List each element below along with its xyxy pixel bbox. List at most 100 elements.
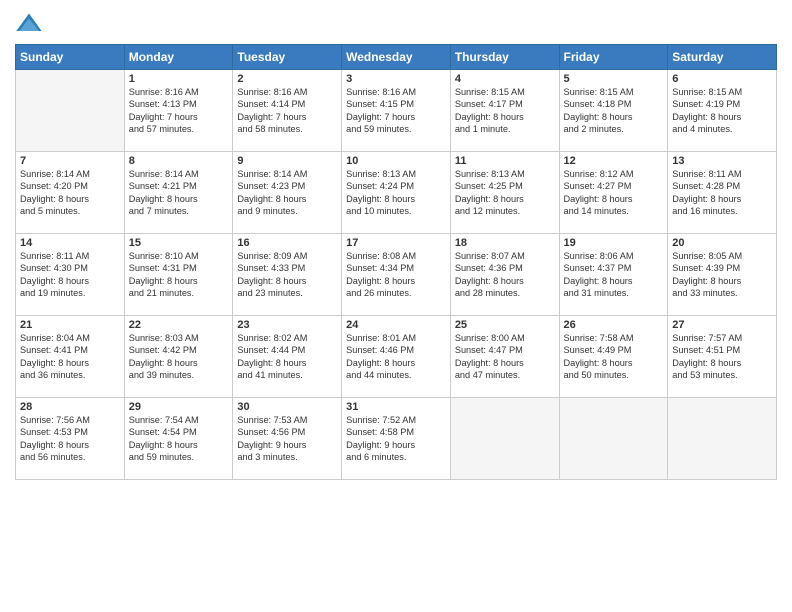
day-content: Sunrise: 8:03 AMSunset: 4:42 PMDaylight:… (129, 332, 229, 382)
calendar-cell: 11Sunrise: 8:13 AMSunset: 4:25 PMDayligh… (450, 152, 559, 234)
calendar-cell: 31Sunrise: 7:52 AMSunset: 4:58 PMDayligh… (342, 398, 451, 480)
day-content: Sunrise: 8:14 AMSunset: 4:20 PMDaylight:… (20, 168, 120, 218)
day-number: 27 (672, 319, 772, 331)
day-number: 6 (672, 73, 772, 85)
day-number: 3 (346, 73, 446, 85)
day-number: 23 (237, 319, 337, 331)
day-number: 12 (564, 155, 664, 167)
weekday-header-saturday: Saturday (668, 45, 777, 70)
calendar-cell (559, 398, 668, 480)
day-number: 9 (237, 155, 337, 167)
week-row-4: 28Sunrise: 7:56 AMSunset: 4:53 PMDayligh… (16, 398, 777, 480)
day-content: Sunrise: 8:13 AMSunset: 4:25 PMDaylight:… (455, 168, 555, 218)
day-number: 30 (237, 401, 337, 413)
day-content: Sunrise: 8:12 AMSunset: 4:27 PMDaylight:… (564, 168, 664, 218)
weekday-header-wednesday: Wednesday (342, 45, 451, 70)
calendar-cell: 10Sunrise: 8:13 AMSunset: 4:24 PMDayligh… (342, 152, 451, 234)
day-number: 31 (346, 401, 446, 413)
calendar-cell: 29Sunrise: 7:54 AMSunset: 4:54 PMDayligh… (124, 398, 233, 480)
calendar-cell (16, 70, 125, 152)
day-content: Sunrise: 8:16 AMSunset: 4:13 PMDaylight:… (129, 86, 229, 136)
calendar-cell: 5Sunrise: 8:15 AMSunset: 4:18 PMDaylight… (559, 70, 668, 152)
day-number: 13 (672, 155, 772, 167)
calendar-cell: 22Sunrise: 8:03 AMSunset: 4:42 PMDayligh… (124, 316, 233, 398)
week-row-0: 1Sunrise: 8:16 AMSunset: 4:13 PMDaylight… (16, 70, 777, 152)
week-row-3: 21Sunrise: 8:04 AMSunset: 4:41 PMDayligh… (16, 316, 777, 398)
calendar-cell: 19Sunrise: 8:06 AMSunset: 4:37 PMDayligh… (559, 234, 668, 316)
logo-icon (15, 10, 43, 38)
day-number: 1 (129, 73, 229, 85)
calendar-cell: 6Sunrise: 8:15 AMSunset: 4:19 PMDaylight… (668, 70, 777, 152)
calendar-cell: 18Sunrise: 8:07 AMSunset: 4:36 PMDayligh… (450, 234, 559, 316)
day-number: 16 (237, 237, 337, 249)
day-content: Sunrise: 8:15 AMSunset: 4:17 PMDaylight:… (455, 86, 555, 136)
day-content: Sunrise: 8:05 AMSunset: 4:39 PMDaylight:… (672, 250, 772, 300)
day-number: 20 (672, 237, 772, 249)
day-content: Sunrise: 8:16 AMSunset: 4:15 PMDaylight:… (346, 86, 446, 136)
calendar-cell (668, 398, 777, 480)
day-content: Sunrise: 7:58 AMSunset: 4:49 PMDaylight:… (564, 332, 664, 382)
day-content: Sunrise: 8:16 AMSunset: 4:14 PMDaylight:… (237, 86, 337, 136)
day-number: 21 (20, 319, 120, 331)
calendar-cell: 8Sunrise: 8:14 AMSunset: 4:21 PMDaylight… (124, 152, 233, 234)
calendar-table: SundayMondayTuesdayWednesdayThursdayFrid… (15, 44, 777, 480)
calendar-cell: 1Sunrise: 8:16 AMSunset: 4:13 PMDaylight… (124, 70, 233, 152)
calendar-cell: 25Sunrise: 8:00 AMSunset: 4:47 PMDayligh… (450, 316, 559, 398)
day-content: Sunrise: 8:06 AMSunset: 4:37 PMDaylight:… (564, 250, 664, 300)
calendar-cell: 2Sunrise: 8:16 AMSunset: 4:14 PMDaylight… (233, 70, 342, 152)
day-number: 26 (564, 319, 664, 331)
day-content: Sunrise: 7:57 AMSunset: 4:51 PMDaylight:… (672, 332, 772, 382)
calendar-cell: 7Sunrise: 8:14 AMSunset: 4:20 PMDaylight… (16, 152, 125, 234)
calendar-cell: 3Sunrise: 8:16 AMSunset: 4:15 PMDaylight… (342, 70, 451, 152)
day-content: Sunrise: 8:07 AMSunset: 4:36 PMDaylight:… (455, 250, 555, 300)
calendar-cell: 15Sunrise: 8:10 AMSunset: 4:31 PMDayligh… (124, 234, 233, 316)
day-content: Sunrise: 7:52 AMSunset: 4:58 PMDaylight:… (346, 414, 446, 464)
calendar-cell: 16Sunrise: 8:09 AMSunset: 4:33 PMDayligh… (233, 234, 342, 316)
day-number: 19 (564, 237, 664, 249)
day-content: Sunrise: 8:11 AMSunset: 4:30 PMDaylight:… (20, 250, 120, 300)
day-number: 28 (20, 401, 120, 413)
day-content: Sunrise: 8:01 AMSunset: 4:46 PMDaylight:… (346, 332, 446, 382)
weekday-header-row: SundayMondayTuesdayWednesdayThursdayFrid… (16, 45, 777, 70)
calendar-cell: 9Sunrise: 8:14 AMSunset: 4:23 PMDaylight… (233, 152, 342, 234)
calendar-cell: 12Sunrise: 8:12 AMSunset: 4:27 PMDayligh… (559, 152, 668, 234)
day-content: Sunrise: 8:11 AMSunset: 4:28 PMDaylight:… (672, 168, 772, 218)
day-number: 2 (237, 73, 337, 85)
calendar-cell: 26Sunrise: 7:58 AMSunset: 4:49 PMDayligh… (559, 316, 668, 398)
calendar-cell: 23Sunrise: 8:02 AMSunset: 4:44 PMDayligh… (233, 316, 342, 398)
calendar-cell: 13Sunrise: 8:11 AMSunset: 4:28 PMDayligh… (668, 152, 777, 234)
day-number: 11 (455, 155, 555, 167)
day-content: Sunrise: 8:04 AMSunset: 4:41 PMDaylight:… (20, 332, 120, 382)
weekday-header-monday: Monday (124, 45, 233, 70)
day-number: 18 (455, 237, 555, 249)
logo (15, 10, 45, 38)
day-number: 4 (455, 73, 555, 85)
calendar-cell: 4Sunrise: 8:15 AMSunset: 4:17 PMDaylight… (450, 70, 559, 152)
weekday-header-friday: Friday (559, 45, 668, 70)
calendar-cell: 17Sunrise: 8:08 AMSunset: 4:34 PMDayligh… (342, 234, 451, 316)
day-content: Sunrise: 8:15 AMSunset: 4:18 PMDaylight:… (564, 86, 664, 136)
day-content: Sunrise: 7:54 AMSunset: 4:54 PMDaylight:… (129, 414, 229, 464)
calendar-cell: 21Sunrise: 8:04 AMSunset: 4:41 PMDayligh… (16, 316, 125, 398)
day-number: 14 (20, 237, 120, 249)
day-number: 8 (129, 155, 229, 167)
day-content: Sunrise: 8:14 AMSunset: 4:23 PMDaylight:… (237, 168, 337, 218)
day-number: 29 (129, 401, 229, 413)
weekday-header-tuesday: Tuesday (233, 45, 342, 70)
day-content: Sunrise: 7:53 AMSunset: 4:56 PMDaylight:… (237, 414, 337, 464)
calendar-cell: 24Sunrise: 8:01 AMSunset: 4:46 PMDayligh… (342, 316, 451, 398)
day-number: 17 (346, 237, 446, 249)
day-content: Sunrise: 7:56 AMSunset: 4:53 PMDaylight:… (20, 414, 120, 464)
day-number: 15 (129, 237, 229, 249)
day-content: Sunrise: 8:13 AMSunset: 4:24 PMDaylight:… (346, 168, 446, 218)
day-content: Sunrise: 8:02 AMSunset: 4:44 PMDaylight:… (237, 332, 337, 382)
calendar-cell: 27Sunrise: 7:57 AMSunset: 4:51 PMDayligh… (668, 316, 777, 398)
weekday-header-thursday: Thursday (450, 45, 559, 70)
day-number: 25 (455, 319, 555, 331)
day-content: Sunrise: 8:10 AMSunset: 4:31 PMDaylight:… (129, 250, 229, 300)
week-row-1: 7Sunrise: 8:14 AMSunset: 4:20 PMDaylight… (16, 152, 777, 234)
day-content: Sunrise: 8:14 AMSunset: 4:21 PMDaylight:… (129, 168, 229, 218)
day-number: 7 (20, 155, 120, 167)
day-content: Sunrise: 8:00 AMSunset: 4:47 PMDaylight:… (455, 332, 555, 382)
header (15, 10, 777, 38)
